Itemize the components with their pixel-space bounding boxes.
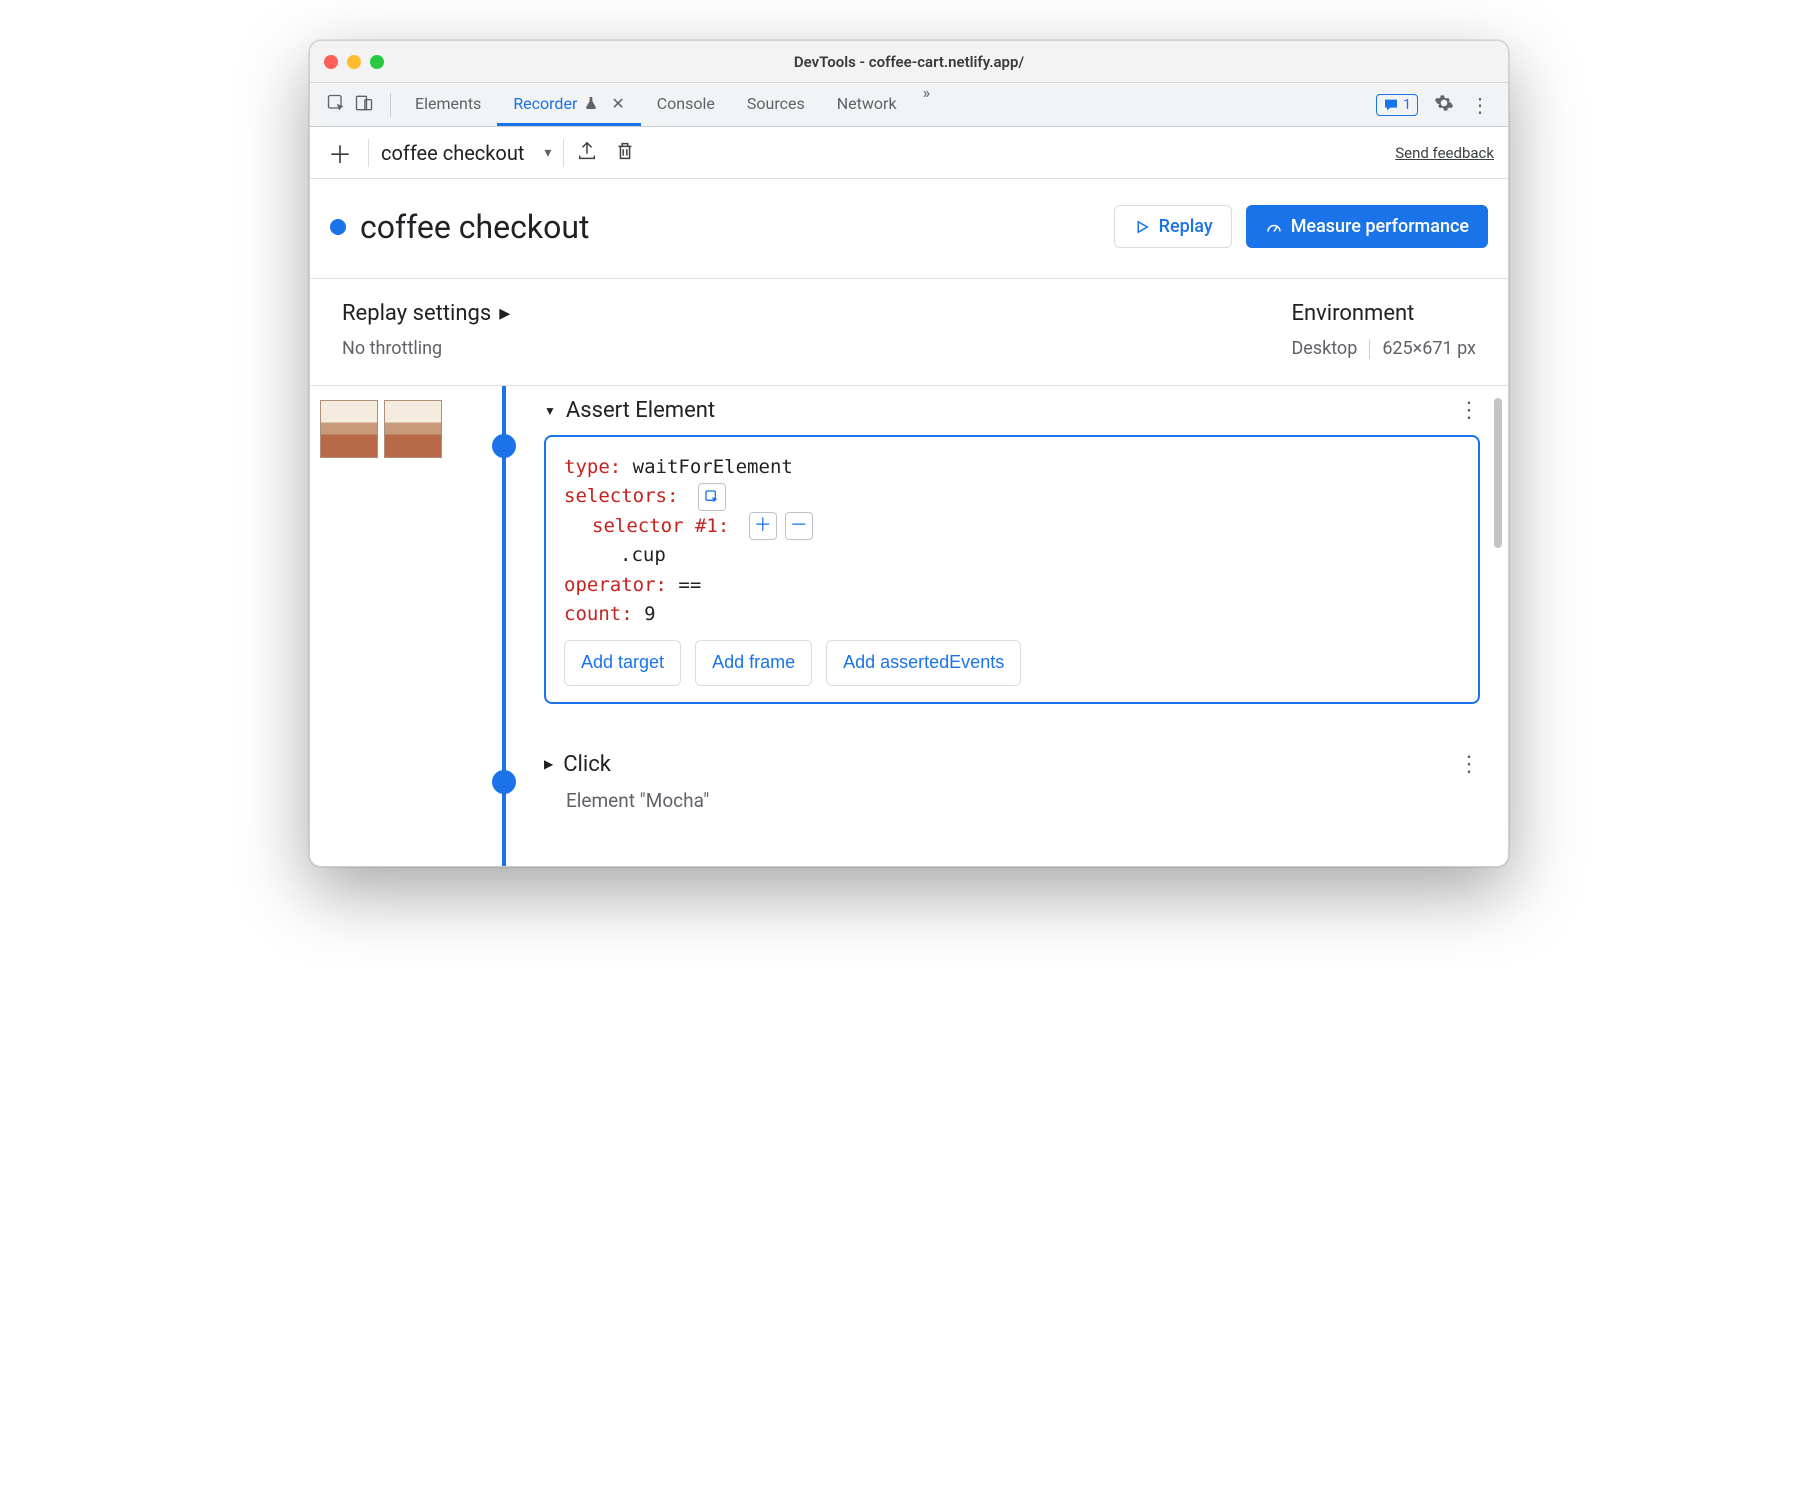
throttling-status: No throttling — [342, 338, 510, 359]
tab-elements[interactable]: Elements — [399, 83, 497, 126]
recording-title: coffee checkout — [360, 208, 589, 246]
device-toolbar-icon[interactable] — [354, 93, 374, 117]
step-title-label: Assert Element — [566, 398, 715, 423]
recording-header: coffee checkout Replay Measure performan… — [310, 179, 1508, 279]
thumbnail[interactable] — [384, 400, 442, 458]
window-titlebar: DevTools - coffee-cart.netlify.app/ — [310, 41, 1508, 83]
divider — [563, 139, 564, 167]
settings-gear-icon[interactable] — [1434, 93, 1454, 117]
divider — [1369, 339, 1370, 359]
remove-selector-button[interactable]: － — [785, 512, 813, 540]
step-assert-element: ▼ Assert Element ⋮ type: waitForElement … — [544, 398, 1480, 704]
thumbnail[interactable] — [320, 400, 378, 458]
disclosure-triangle-open-icon: ▼ — [544, 404, 556, 418]
step-details-box: type: waitForElement selectors: selector… — [544, 435, 1480, 704]
tab-label: Network — [837, 94, 897, 113]
replay-settings-toggle[interactable]: Replay settings ▸ — [342, 301, 510, 326]
delete-button[interactable] — [614, 140, 636, 166]
timeline-dot — [492, 434, 516, 458]
add-frame-button[interactable]: Add frame — [695, 640, 812, 686]
maximize-window-button[interactable] — [370, 55, 384, 69]
traffic-lights — [324, 55, 384, 69]
send-feedback-link[interactable]: Send feedback — [1395, 144, 1494, 162]
disclosure-triangle-closed-icon: ▶ — [544, 757, 553, 771]
gauge-icon — [1265, 218, 1283, 236]
step-click: ▶ Click ⋮ Element "Mocha" — [544, 752, 1480, 812]
messages-count: 1 — [1403, 97, 1411, 113]
add-selector-button[interactable]: ＋ — [749, 512, 777, 540]
prop-key: selector #1 — [592, 515, 718, 537]
prop-key: type — [564, 456, 610, 478]
devtools-window: DevTools - coffee-cart.netlify.app/ Elem… — [309, 40, 1509, 867]
environment-title: Environment — [1291, 301, 1476, 326]
message-icon — [1383, 97, 1399, 113]
step-toggle[interactable]: ▼ Assert Element — [544, 398, 715, 423]
measure-label: Measure performance — [1291, 216, 1469, 237]
replay-button[interactable]: Replay — [1114, 205, 1232, 248]
recording-status-dot — [330, 219, 346, 235]
step-subtitle: Element "Mocha" — [566, 789, 1480, 812]
window-title: DevTools - coffee-cart.netlify.app/ — [310, 53, 1508, 71]
step-toggle[interactable]: ▶ Click — [544, 752, 611, 777]
recording-selector-label: coffee checkout — [381, 141, 524, 165]
minimize-window-button[interactable] — [347, 55, 361, 69]
timeline — [502, 398, 504, 836]
environment-device: Desktop — [1291, 338, 1357, 359]
timeline-area: ▼ Assert Element ⋮ type: waitForElement … — [310, 386, 1508, 866]
prop-value[interactable]: == — [678, 574, 701, 596]
new-recording-button[interactable]: ＋ — [324, 135, 356, 170]
step-more-menu-icon[interactable]: ⋮ — [1458, 752, 1480, 777]
timeline-dot — [492, 770, 516, 794]
environment-dimensions: 625×671 px — [1382, 338, 1476, 359]
prop-key: selectors — [564, 485, 667, 507]
add-asserted-events-button[interactable]: Add assertedEvents — [826, 640, 1021, 686]
tabs-overflow-icon[interactable]: » — [913, 83, 941, 126]
tab-console[interactable]: Console — [641, 83, 731, 126]
selector-value[interactable]: .cup — [620, 544, 666, 566]
prop-key: count — [564, 603, 621, 625]
prop-value[interactable]: 9 — [644, 603, 655, 625]
tab-recorder[interactable]: Recorder ✕ — [497, 83, 640, 126]
replay-label: Replay — [1159, 216, 1213, 237]
chevron-right-icon: ▸ — [499, 301, 510, 326]
step-title-label: Click — [563, 752, 611, 777]
tab-list: Elements Recorder ✕ Console Sources Netw… — [399, 83, 940, 126]
divider — [390, 93, 391, 117]
recording-selector[interactable]: coffee checkout ▾ — [381, 141, 551, 165]
devtools-tabstrip: Elements Recorder ✕ Console Sources Netw… — [310, 83, 1508, 127]
messages-badge[interactable]: 1 — [1376, 94, 1418, 116]
prop-key: operator — [564, 574, 656, 596]
tab-network[interactable]: Network — [821, 83, 913, 126]
export-button[interactable] — [576, 140, 598, 166]
tab-label: Console — [657, 94, 715, 113]
add-target-button[interactable]: Add target — [564, 640, 681, 686]
step-thumbnails — [320, 398, 442, 836]
replay-settings-label: Replay settings — [342, 301, 491, 326]
recorder-toolbar: ＋ coffee checkout ▾ Send feedback — [310, 127, 1508, 179]
tab-label: Recorder — [513, 94, 577, 113]
close-window-button[interactable] — [324, 55, 338, 69]
prop-value[interactable]: waitForElement — [633, 456, 793, 478]
scrollbar-thumb[interactable] — [1494, 398, 1502, 548]
inspect-element-icon[interactable] — [326, 93, 346, 117]
tab-label: Elements — [415, 94, 481, 113]
step-more-menu-icon[interactable]: ⋮ — [1458, 398, 1480, 423]
settings-row: Replay settings ▸ No throttling Environm… — [310, 279, 1508, 386]
chevron-down-icon: ▾ — [544, 145, 551, 161]
play-icon — [1133, 218, 1151, 236]
measure-performance-button[interactable]: Measure performance — [1246, 205, 1488, 248]
selector-picker-button[interactable] — [698, 483, 726, 511]
divider — [368, 139, 369, 167]
tab-sources[interactable]: Sources — [731, 83, 821, 126]
close-tab-icon[interactable]: ✕ — [611, 94, 624, 113]
more-menu-icon[interactable]: ⋮ — [1470, 93, 1490, 117]
tab-label: Sources — [747, 94, 805, 113]
flask-icon — [583, 95, 599, 111]
